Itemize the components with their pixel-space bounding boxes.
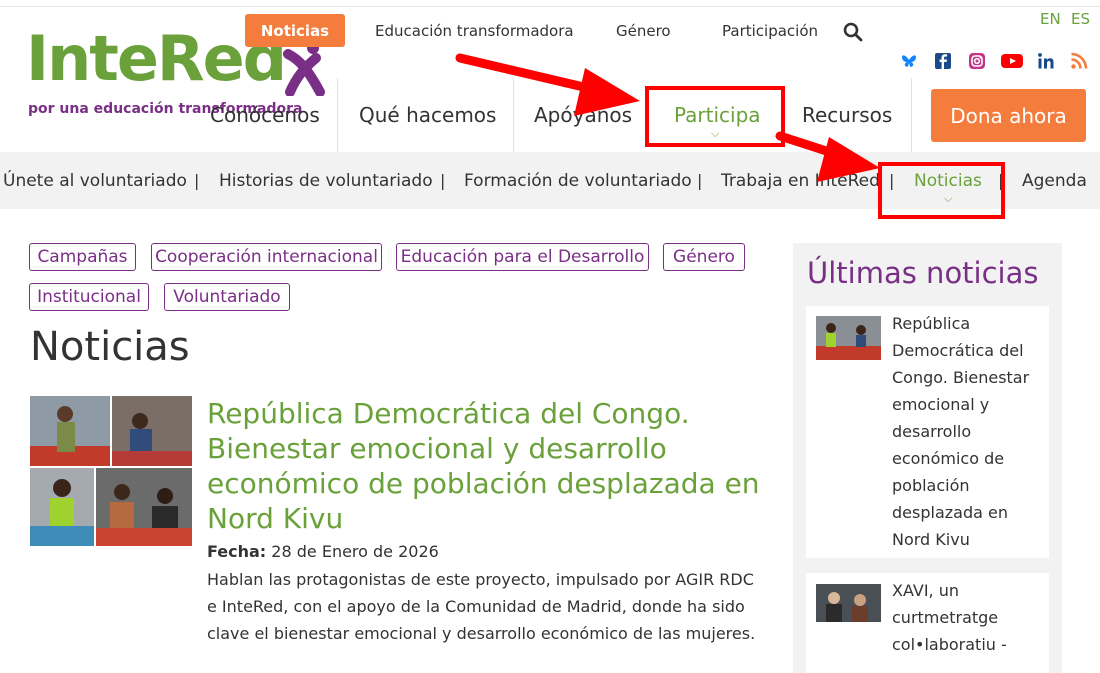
article-photo-collage xyxy=(30,396,192,546)
tag-cooperacion-internacional[interactable]: Cooperación internacional xyxy=(151,243,382,271)
article-date-label: Fecha: xyxy=(207,542,267,561)
article-excerpt: Hablan las protagonistas de este proyect… xyxy=(207,570,756,643)
sidebar-news-item[interactable]: República Democrática del Congo. Bienest… xyxy=(806,306,1049,558)
sidebar-news-text: República Democrática del Congo. Bienest… xyxy=(892,314,1030,549)
tag-institucional[interactable]: Institucional xyxy=(29,283,149,311)
tag-genero[interactable]: Género xyxy=(663,243,745,271)
sidebar-news-item[interactable]: XAVI, un curtmetratge col•laboratiu - xyxy=(806,573,1049,673)
article-title[interactable]: República Democrática del Congo. Bienest… xyxy=(207,396,767,536)
article-thumbnail[interactable] xyxy=(30,396,192,546)
sidebar-news-text: XAVI, un curtmetratge col•laboratiu - xyxy=(892,581,1007,654)
article-date: Fecha: 28 de Enero de 2026 xyxy=(207,542,439,561)
annotation-arrowhead-2 xyxy=(817,137,880,182)
tag-voluntariado[interactable]: Voluntariado xyxy=(164,283,290,311)
article-date-value: 28 de Enero de 2026 xyxy=(271,542,439,561)
sidebar-news-thumbnail xyxy=(816,316,881,360)
sidebar-news-thumbnail xyxy=(816,584,881,622)
tag-educacion-desarrollo[interactable]: Educación para el Desarrollo xyxy=(396,243,649,271)
sidebar-title: Últimas noticias xyxy=(807,256,1039,290)
page-title: Noticias xyxy=(30,324,190,370)
tag-campanas[interactable]: Campañas xyxy=(29,243,136,271)
annotation-arrowhead-1 xyxy=(574,68,640,116)
